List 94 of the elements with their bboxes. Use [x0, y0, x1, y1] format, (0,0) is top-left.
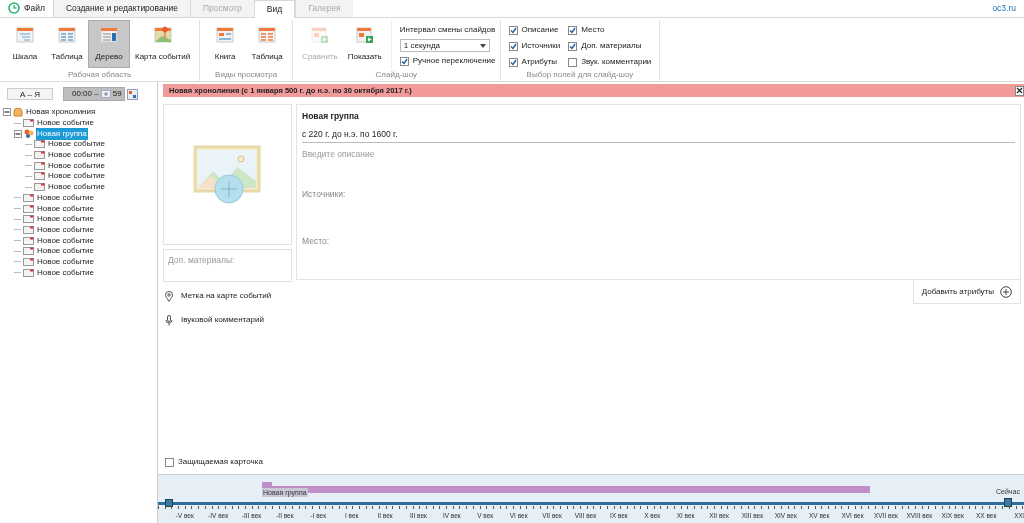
group-title: Рабочая область	[66, 69, 133, 81]
time-range-field[interactable]: 00:00 – 59	[63, 87, 125, 101]
plus-icon	[1000, 285, 1012, 298]
event-icon	[34, 172, 45, 181]
close-icon	[1016, 87, 1023, 94]
event-icon	[23, 225, 34, 234]
tree-item[interactable]: Новое событие	[36, 266, 95, 279]
tree-item[interactable]: Новое событие	[47, 149, 106, 162]
tree-item[interactable]: Новое событие	[36, 117, 95, 130]
tree-item[interactable]: Новое событие	[36, 202, 95, 215]
ribbon-button[interactable]: Карта событий	[130, 20, 196, 68]
event-icon	[34, 183, 45, 192]
tree-item[interactable]: Новое событие	[36, 191, 95, 204]
checkbox[interactable]	[568, 57, 578, 67]
tree-item[interactable]: Новое событие	[36, 255, 95, 268]
ribbon-button[interactable]: Дерево	[88, 20, 130, 68]
ribbon-button[interactable]: Книга	[204, 20, 247, 68]
document-icon	[15, 25, 35, 45]
event-icon	[23, 257, 34, 266]
event-icon	[23, 119, 34, 128]
tree-item[interactable]: Новое событие	[47, 159, 106, 172]
audio-comment-link[interactable]: Івуковой комментарий	[181, 314, 264, 326]
checkbox-label: Атрибуты	[521, 56, 558, 68]
folder-icon	[13, 107, 23, 117]
checkbox-label: Место	[581, 24, 605, 36]
event-icon	[23, 204, 34, 213]
tree-item[interactable]: Новое событие	[36, 234, 95, 247]
checkbox[interactable]	[568, 25, 578, 35]
group-title: Выбор полей для слайд-шоу	[525, 69, 635, 81]
caret-icon	[479, 43, 486, 48]
card-title: Новая группа	[302, 110, 360, 123]
range-handle[interactable]	[1004, 498, 1012, 507]
clock-icon	[8, 2, 20, 14]
map-mark-link[interactable]: Метка на карте событий	[181, 290, 272, 302]
group-title: Слайд-шоу	[374, 69, 419, 81]
event-icon	[23, 247, 34, 256]
range-handle[interactable]	[165, 499, 173, 507]
microphone-icon	[165, 314, 173, 326]
tree-item[interactable]: Новое событие	[36, 213, 95, 226]
place-field[interactable]: Место:	[302, 235, 1015, 248]
document-icon	[57, 25, 77, 45]
add-image-icon	[100, 90, 111, 98]
checkbox-label: Описание	[521, 24, 559, 36]
slides-play-icon	[309, 25, 330, 45]
checkbox[interactable]	[165, 457, 174, 467]
tree-item[interactable]: Новое событие	[47, 138, 106, 151]
ribbon-button[interactable]: Таблица	[46, 20, 88, 68]
event-icon	[23, 236, 34, 245]
checkbox[interactable]	[508, 57, 518, 67]
checkbox[interactable]	[508, 25, 518, 35]
event-icon	[34, 161, 45, 170]
checkbox[interactable]	[568, 41, 578, 51]
event-icon	[23, 193, 34, 202]
checkbox[interactable]	[399, 56, 409, 66]
ribbon-button[interactable]: Таблица	[246, 20, 289, 68]
group-title: Виды просмотра	[214, 69, 279, 81]
map-pin-icon	[152, 25, 173, 45]
menu-tab[interactable]: Вид	[253, 0, 296, 18]
event-icon	[23, 268, 34, 277]
close-button[interactable]	[1015, 85, 1024, 96]
event-icon	[23, 215, 34, 224]
add-attributes-button[interactable]: Добавить атрибуты	[912, 280, 1021, 304]
ribbon-button[interactable]: Показать	[342, 20, 387, 68]
checkbox-label: Звук. комментарии	[581, 56, 652, 68]
slides-play-icon	[354, 25, 375, 45]
menu-tab[interactable]: Создание и редактирование	[52, 0, 190, 17]
chart-icon[interactable]	[126, 88, 138, 100]
interval-label: Интервал смены слайдов	[399, 24, 496, 36]
tree-item[interactable]: Новая хронолиния	[25, 106, 97, 119]
checkbox-label: Источники	[521, 40, 561, 52]
site-link[interactable]: oc3.ru	[992, 2, 1024, 15]
file-menu[interactable]: Файл	[0, 0, 53, 17]
checkbox[interactable]	[508, 41, 518, 51]
document-icon	[215, 25, 236, 45]
sources-field[interactable]: Источники:	[302, 188, 1015, 235]
group-icon	[24, 129, 34, 139]
interval-dropdown[interactable]: 1 секунда	[399, 39, 490, 52]
event-icon	[34, 140, 45, 149]
tree-item[interactable]: Новое событие	[36, 245, 95, 258]
ribbon-button[interactable]: Шкала	[4, 20, 46, 68]
tree-item[interactable]: Новое событие	[47, 181, 106, 194]
document-icon	[257, 25, 278, 45]
tree-item[interactable]: Новое событие	[47, 170, 106, 183]
map-pin-icon	[165, 290, 173, 302]
collapse-icon[interactable]	[3, 108, 11, 117]
checkbox-label: Защищаемая карточка	[178, 456, 263, 468]
checkbox-label: Ручное переключение	[412, 55, 496, 67]
checkbox-label: Доп. материалы	[581, 40, 642, 52]
sort-button[interactable]: А – Я	[7, 88, 53, 100]
document-icon	[99, 25, 119, 45]
date-range: с 220 г. до н.э. по 1600 г.	[302, 123, 1015, 143]
collapse-icon[interactable]	[14, 129, 22, 138]
event-icon	[34, 151, 45, 160]
tree-item[interactable]: Новое событие	[36, 223, 95, 236]
